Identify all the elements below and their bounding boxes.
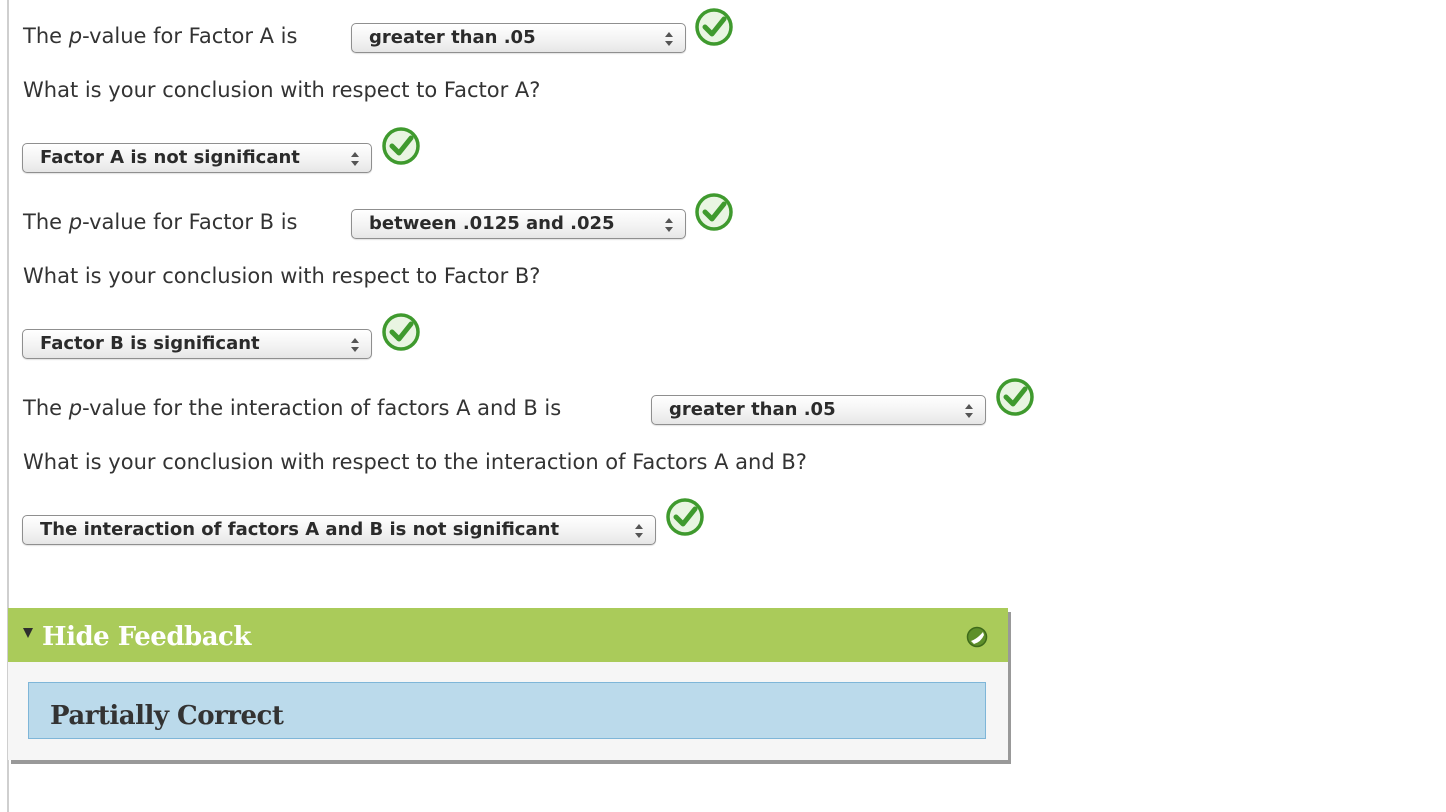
correct-check-icon [382, 313, 420, 351]
select-arrows-icon [965, 404, 973, 418]
italic-p: p [68, 210, 83, 234]
factor-a-pvalue-select[interactable]: greater than .05 [351, 23, 686, 53]
question-text: The [23, 210, 69, 234]
question-factor-a-pvalue: The p-value for Factor A is [23, 24, 297, 48]
select-arrows-icon [351, 338, 359, 352]
question-text: The [23, 396, 69, 420]
interaction-conclusion-select[interactable]: The interaction of factors A and B is no… [22, 515, 656, 545]
question-factor-b-conclusion: What is your conclusion with respect to … [23, 264, 541, 288]
question-text: -value for Factor B is [82, 210, 298, 234]
question-interaction-conclusion: What is your conclusion with respect to … [23, 450, 807, 474]
question-text: -value for the interaction of factors A … [82, 396, 562, 420]
collapse-triangle-icon[interactable] [23, 628, 33, 638]
select-arrows-icon [351, 152, 359, 166]
selected-value: Factor A is not significant [40, 147, 300, 168]
question-text: The [23, 24, 69, 48]
correct-check-icon [695, 8, 733, 46]
feedback-status-text: Partially Correct [50, 701, 284, 731]
selected-value: The interaction of factors A and B is no… [40, 519, 560, 540]
feedback-header[interactable]: Hide Feedback [8, 608, 1008, 662]
italic-p: p [68, 24, 83, 48]
select-arrows-icon [635, 524, 643, 538]
selected-value: greater than .05 [669, 399, 836, 420]
feedback-result-box: Partially Correct [28, 682, 986, 739]
question-factor-b-pvalue: The p-value for Factor B is [23, 210, 298, 234]
select-arrows-icon [665, 218, 673, 232]
selected-value: Factor B is significant [40, 333, 260, 354]
correct-check-icon [996, 378, 1034, 416]
selected-value: between .0125 and .025 [369, 213, 615, 234]
hide-feedback-toggle[interactable]: Hide Feedback [42, 622, 251, 652]
correct-check-icon [695, 193, 733, 231]
factor-b-conclusion-select[interactable]: Factor B is significant [22, 329, 372, 359]
italic-p: p [68, 396, 83, 420]
question-factor-a-conclusion: What is your conclusion with respect to … [23, 78, 541, 102]
feedback-status-icon [966, 626, 988, 648]
factor-a-conclusion-select[interactable]: Factor A is not significant [22, 143, 372, 173]
interaction-pvalue-select[interactable]: greater than .05 [651, 395, 986, 425]
question-text: -value for Factor A is [82, 24, 298, 48]
factor-b-pvalue-select[interactable]: between .0125 and .025 [351, 209, 686, 239]
selected-value: greater than .05 [369, 27, 536, 48]
select-arrows-icon [665, 32, 673, 46]
feedback-panel: Hide Feedback Partially Correct [8, 608, 1008, 760]
correct-check-icon [382, 127, 420, 165]
question-interaction-pvalue: The p-value for the interaction of facto… [23, 396, 561, 420]
correct-check-icon [666, 498, 704, 536]
